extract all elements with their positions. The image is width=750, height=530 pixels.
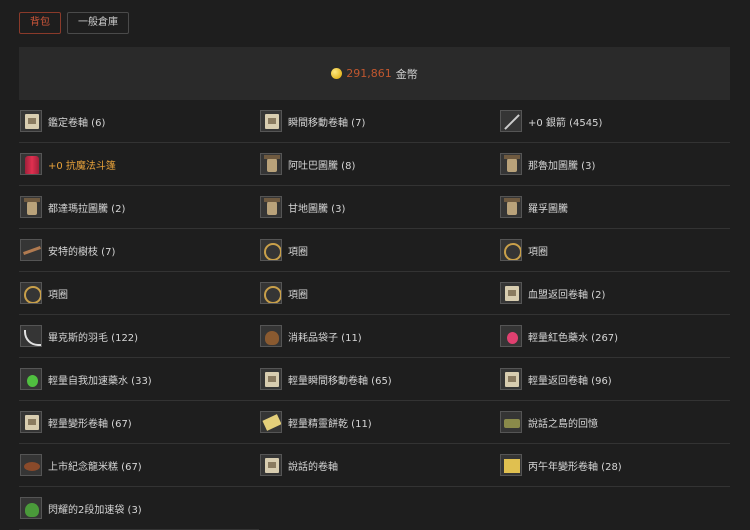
inventory-item[interactable]: 上市紀念龍米糕 (67)	[19, 444, 259, 487]
cake-icon	[20, 454, 42, 476]
potion-green-icon	[20, 368, 42, 390]
item-name: 項圈	[288, 289, 308, 301]
item-name: 都達瑪拉圖騰 (2)	[48, 203, 126, 215]
item-name: 輕量自我加速藥水 (33)	[48, 375, 152, 387]
gold-amount: 291,861	[346, 67, 392, 80]
item-name: 說話之島的回憶	[528, 418, 598, 430]
inventory-item[interactable]: 說話的卷軸	[259, 444, 499, 487]
feather-icon	[20, 325, 42, 347]
inventory-item[interactable]: 項圈	[19, 272, 259, 315]
item-name: 阿吐巴圖騰 (8)	[288, 160, 356, 172]
inventory-item[interactable]: 輕量精靈餅乾 (11)	[259, 401, 499, 444]
inventory-item[interactable]: 項圈	[499, 229, 730, 272]
tab-backpack[interactable]: 背包	[19, 12, 61, 34]
item-name: 瞬間移動卷軸 (7)	[288, 117, 366, 129]
item-name: 輕量返回卷軸 (96)	[528, 375, 612, 387]
inventory-item[interactable]: 閃耀的2段加速袋 (3)	[19, 487, 259, 530]
item-name: 輕量紅色藥水 (267)	[528, 332, 619, 344]
inventory-item[interactable]: 項圈	[259, 229, 499, 272]
pouch-icon	[20, 497, 42, 519]
inventory-item[interactable]: +0 抗魔法斗篷	[19, 143, 259, 186]
gold-unit: 金幣	[395, 67, 418, 81]
item-name: 輕量變形卷軸 (67)	[48, 418, 132, 430]
inventory-item[interactable]: 都達瑪拉圖騰 (2)	[19, 186, 259, 229]
inventory-item[interactable]: 阿吐巴圖騰 (8)	[259, 143, 499, 186]
item-name: 血盟返回卷軸 (2)	[528, 289, 606, 301]
necklace-icon	[260, 282, 282, 304]
cookie-icon	[260, 411, 282, 433]
tab-warehouse[interactable]: 一般倉庫	[67, 12, 129, 34]
item-name: 畢克斯的羽毛 (122)	[48, 332, 139, 344]
item-name: 甘地圖騰 (3)	[288, 203, 346, 215]
inventory-item[interactable]: 項圈	[259, 272, 499, 315]
inventory-item[interactable]: 輕量瞬間移動卷軸 (65)	[259, 358, 499, 401]
item-name: 輕量精靈餅乾 (11)	[288, 418, 372, 430]
scroll-icon	[500, 282, 522, 304]
inventory-item[interactable]: 輕量變形卷軸 (67)	[19, 401, 259, 444]
item-name: 上市紀念龍米糕 (67)	[48, 461, 142, 473]
item-name: 閃耀的2段加速袋 (3)	[48, 504, 142, 516]
inventory-item[interactable]: 丙午年變形卷軸 (28)	[499, 444, 730, 487]
scroll-icon	[500, 368, 522, 390]
inventory-item[interactable]: 消耗品袋子 (11)	[259, 315, 499, 358]
inventory-item[interactable]: 那魯加圖騰 (3)	[499, 143, 730, 186]
inventory-item[interactable]: 血盟返回卷軸 (2)	[499, 272, 730, 315]
inventory-item[interactable]: 輕量返回卷軸 (96)	[499, 358, 730, 401]
inventory-item[interactable]: +0 銀箭 (4545)	[499, 100, 730, 143]
item-name: 鑑定卷軸 (6)	[48, 117, 106, 129]
scroll-icon	[20, 110, 42, 132]
item-name: +0 銀箭 (4545)	[528, 117, 603, 129]
scroll-icon	[260, 454, 282, 476]
coin-icon	[331, 68, 343, 79]
twig-icon	[20, 239, 42, 261]
inventory-item[interactable]: 安特的樹枝 (7)	[19, 229, 259, 272]
cloak-icon	[20, 153, 42, 175]
item-name: 羅孚圖騰	[528, 203, 568, 215]
item-name: 輕量瞬間移動卷軸 (65)	[288, 375, 392, 387]
item-name: 丙午年變形卷軸 (28)	[528, 461, 622, 473]
inventory-item[interactable]: 鑑定卷軸 (6)	[19, 100, 259, 143]
arrow-icon	[500, 110, 522, 132]
inventory-item[interactable]: 甘地圖騰 (3)	[259, 186, 499, 229]
item-name: +0 抗魔法斗篷	[48, 160, 116, 172]
scroll-icon	[260, 110, 282, 132]
item-name: 項圈	[528, 246, 548, 258]
item-name: 項圈	[48, 289, 68, 301]
totem-icon	[260, 153, 282, 175]
inventory-tabs: 背包 一般倉庫	[19, 12, 129, 34]
item-name: 項圈	[288, 246, 308, 258]
scroll-icon	[20, 411, 42, 433]
necklace-icon	[260, 239, 282, 261]
item-name: 說話的卷軸	[288, 461, 338, 473]
inventory-item[interactable]: 說話之島的回憶	[499, 401, 730, 444]
gold-panel: 291,861 金幣	[19, 47, 730, 100]
totem-icon	[500, 153, 522, 175]
totem-icon	[500, 196, 522, 218]
totem-icon	[20, 196, 42, 218]
ticket-icon	[500, 454, 522, 476]
item-name: 安特的樹枝 (7)	[48, 246, 116, 258]
totem-icon	[260, 196, 282, 218]
scroll-icon	[260, 368, 282, 390]
potion-red-icon	[500, 325, 522, 347]
tank-icon	[500, 411, 522, 433]
inventory-item[interactable]: 瞬間移動卷軸 (7)	[259, 100, 499, 143]
necklace-icon	[20, 282, 42, 304]
inventory-item[interactable]: 輕量紅色藥水 (267)	[499, 315, 730, 358]
item-grid: 鑑定卷軸 (6) 瞬間移動卷軸 (7) +0 銀箭 (4545) +0 抗魔法斗篷 阿吐…	[19, 100, 730, 530]
item-name: 那魯加圖騰 (3)	[528, 160, 596, 172]
item-name: 消耗品袋子 (11)	[288, 332, 362, 344]
inventory-item[interactable]: 輕量自我加速藥水 (33)	[19, 358, 259, 401]
bag-icon	[260, 325, 282, 347]
inventory-item[interactable]: 畢克斯的羽毛 (122)	[19, 315, 259, 358]
necklace-icon	[500, 239, 522, 261]
inventory-item[interactable]: 羅孚圖騰	[499, 186, 730, 229]
